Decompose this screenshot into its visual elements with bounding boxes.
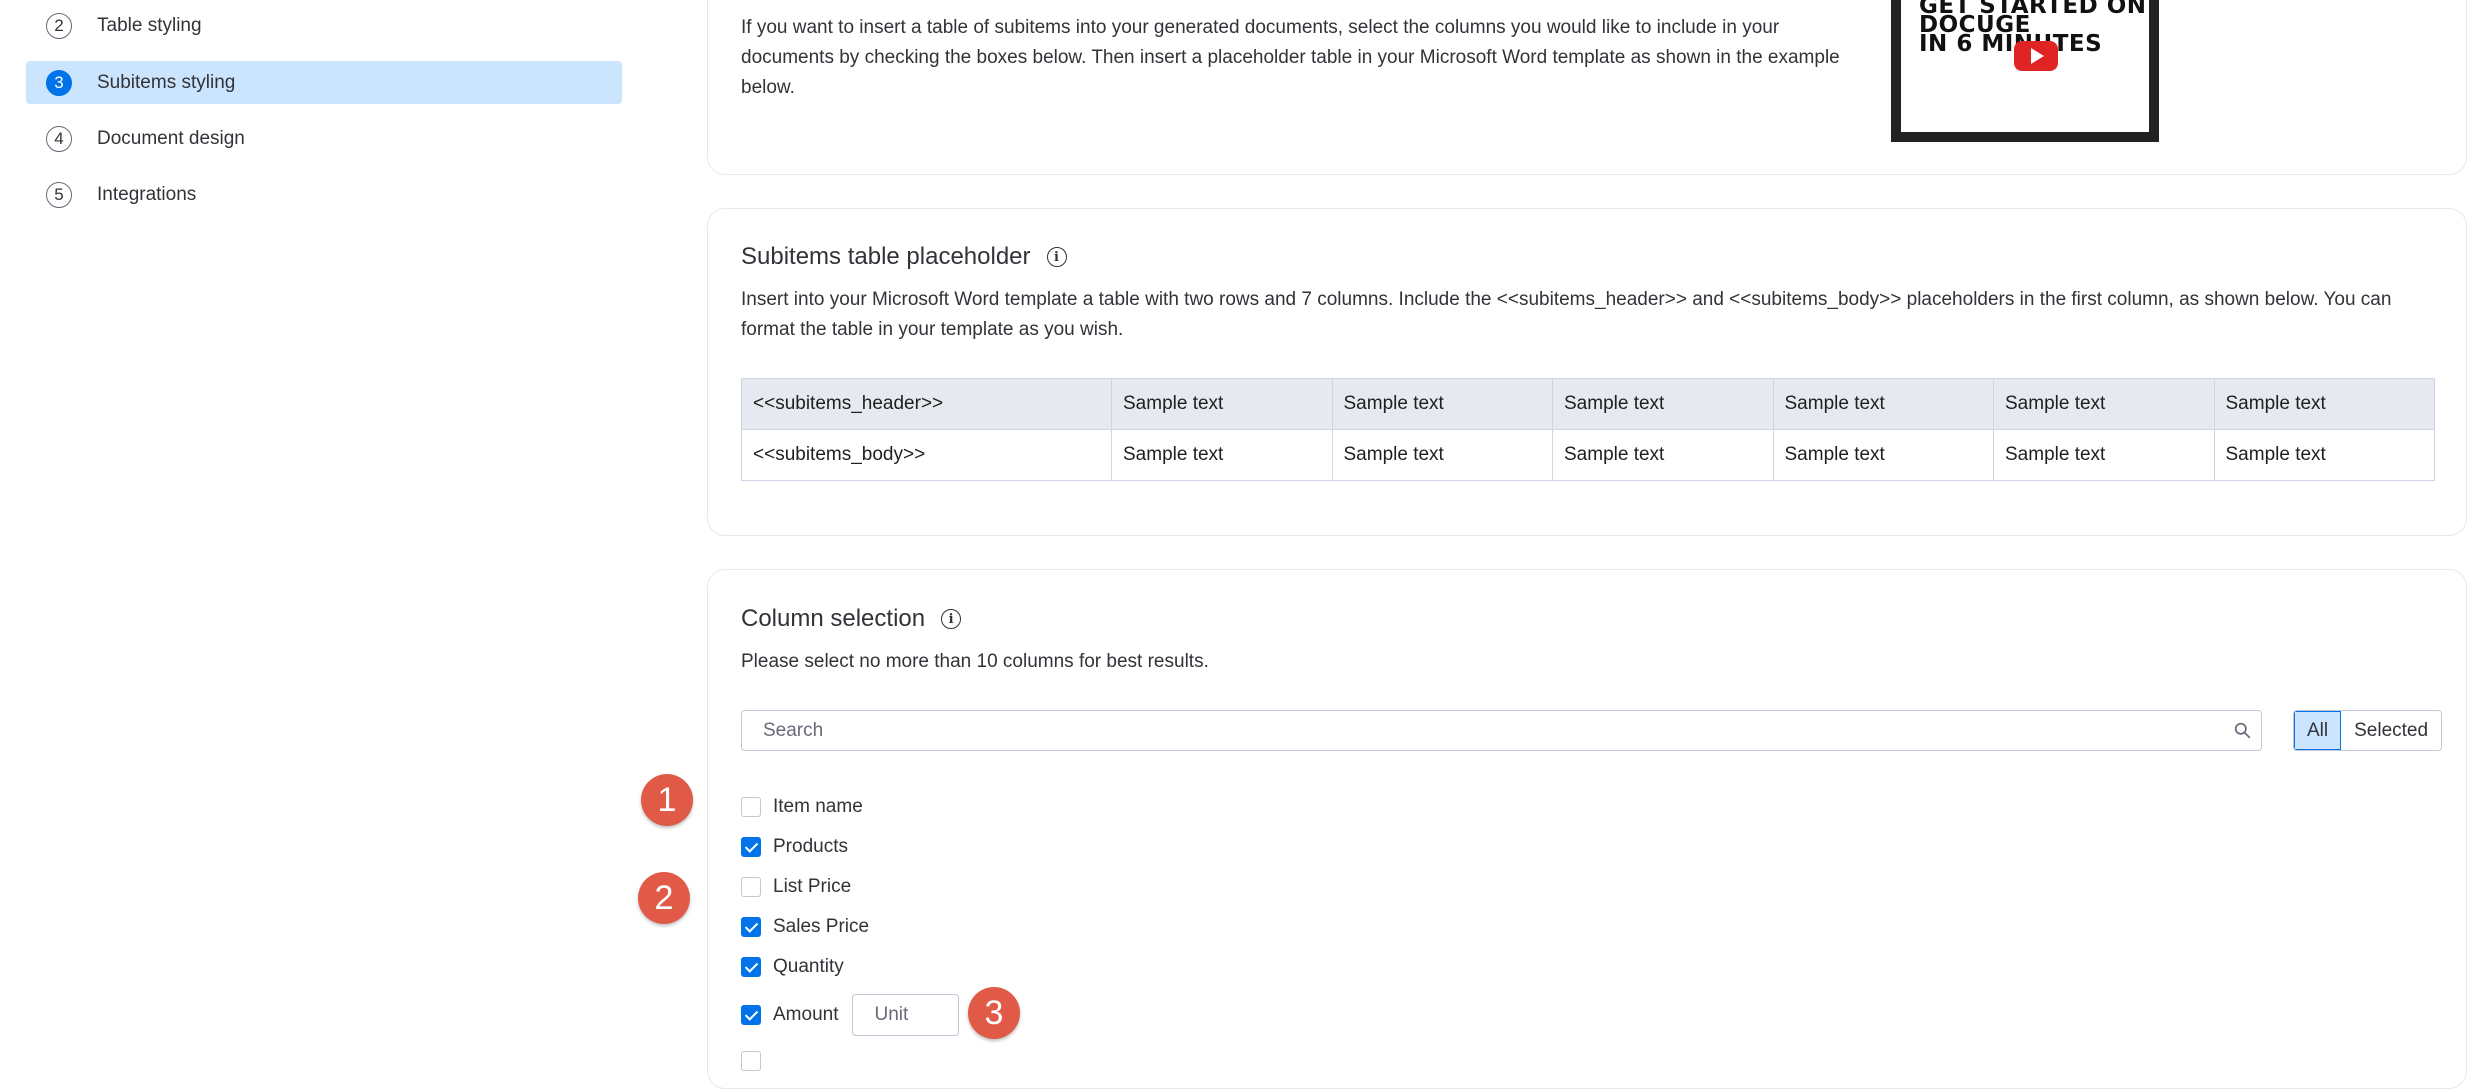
table-cell: Sample text bbox=[1993, 429, 2215, 481]
step-label: Table styling bbox=[97, 14, 202, 36]
video-title-line-3: IN 6 MINUTES bbox=[1919, 31, 2103, 57]
step-number: 4 bbox=[46, 125, 72, 152]
placeholder-description: Insert into your Microsoft Word template… bbox=[741, 289, 2392, 340]
column-option-label: Quantity bbox=[773, 956, 844, 977]
checkbox[interactable] bbox=[741, 797, 761, 817]
checkbox[interactable] bbox=[741, 957, 761, 977]
table-cell: Sample text bbox=[1772, 378, 1994, 430]
placeholder-card: Subitems table placeholder i Insert into… bbox=[707, 208, 2467, 536]
info-icon[interactable]: i bbox=[941, 609, 962, 629]
table-cell: Sample text bbox=[1331, 429, 1553, 481]
annotation-marker-3: 3 bbox=[968, 987, 1020, 1039]
column-option-partial[interactable] bbox=[741, 1046, 761, 1076]
table-cell: Sample text bbox=[1111, 429, 1333, 481]
column-option-item-name[interactable]: Item name bbox=[741, 792, 863, 822]
annotation-marker-2: 2 bbox=[638, 872, 690, 924]
placeholder-title-row: Subitems table placeholder i bbox=[741, 243, 1067, 271]
search-box bbox=[741, 710, 2262, 751]
column-option-sales-price[interactable]: Sales Price bbox=[741, 912, 869, 942]
table-cell: <<subitems_header>> bbox=[741, 378, 1112, 430]
amount-unit-input[interactable] bbox=[852, 994, 960, 1036]
search-input[interactable] bbox=[742, 711, 2233, 750]
step-number: 3 bbox=[46, 69, 72, 96]
video-thumbnail[interactable]: GET STARTED ON DOCUGEN IN 6 MINUTES bbox=[1891, 0, 2159, 142]
table-cell: Sample text bbox=[2213, 378, 2435, 430]
intro-card: If you want to insert a table of subitem… bbox=[707, 0, 2467, 175]
step-number: 2 bbox=[46, 12, 72, 39]
column-option-label: List Price bbox=[773, 876, 852, 897]
column-option-products[interactable]: Products bbox=[741, 832, 848, 862]
sidebar-step-subitems-styling[interactable]: 3 Subitems styling bbox=[26, 61, 622, 104]
play-icon[interactable] bbox=[2014, 41, 2058, 71]
checkbox[interactable] bbox=[741, 917, 761, 937]
checkbox[interactable] bbox=[741, 877, 761, 897]
column-option-list-price[interactable]: List Price bbox=[741, 872, 851, 902]
placeholder-header-row: <<subitems_header>> Sample text Sample tex… bbox=[741, 378, 2435, 430]
column-selection-title: Column selection bbox=[741, 605, 926, 632]
step-label: Document design bbox=[97, 127, 245, 149]
search-icon bbox=[2234, 722, 2251, 739]
checkbox[interactable] bbox=[741, 837, 761, 857]
step-label: Subitems styling bbox=[97, 71, 236, 93]
sidebar-step-table-styling[interactable]: 2 Table styling bbox=[26, 4, 622, 47]
step-number: 5 bbox=[46, 181, 72, 208]
sidebar-step-integrations[interactable]: 5 Integrations bbox=[26, 173, 622, 216]
column-option-label: Products bbox=[773, 836, 848, 857]
table-cell: Sample text bbox=[1552, 378, 1774, 430]
table-cell: Sample text bbox=[1111, 378, 1333, 430]
intro-text: If you want to insert a table of subitem… bbox=[741, 17, 1840, 98]
column-option-label: Amount bbox=[773, 1004, 839, 1025]
column-selection-title-row: Column selection i bbox=[741, 605, 962, 633]
placeholder-table: <<subitems_header>> Sample text Sample tex… bbox=[741, 378, 2435, 481]
sidebar: 2 Table styling 3 Subitems styling 4 Doc… bbox=[0, 0, 640, 1054]
annotation-marker-1: 1 bbox=[641, 774, 693, 826]
table-cell: Sample text bbox=[1331, 378, 1553, 430]
filter-selected-button[interactable]: Selected bbox=[2341, 711, 2442, 750]
column-option-amount[interactable]: Amount bbox=[741, 992, 960, 1038]
table-cell: Sample text bbox=[2213, 429, 2435, 481]
filter-toggle: All Selected bbox=[2293, 710, 2443, 751]
checkbox[interactable] bbox=[741, 1051, 761, 1071]
column-option-label: Item name bbox=[773, 796, 863, 817]
checkbox[interactable] bbox=[741, 1005, 761, 1025]
placeholder-body-row: <<subitems_body>> Sample text Sample text S… bbox=[741, 429, 2435, 481]
sidebar-step-document-design[interactable]: 4 Document design bbox=[26, 117, 622, 160]
column-selection-hint: Please select no more than 10 columns fo… bbox=[741, 651, 1209, 672]
video-frame: GET STARTED ON DOCUGEN IN 6 MINUTES bbox=[1901, 0, 2149, 132]
placeholder-title: Subitems table placeholder bbox=[741, 243, 1031, 270]
info-icon[interactable]: i bbox=[1046, 247, 1067, 267]
column-option-quantity[interactable]: Quantity bbox=[741, 952, 844, 982]
table-cell: Sample text bbox=[1993, 378, 2215, 430]
filter-all-button[interactable]: All bbox=[2294, 711, 2342, 750]
table-cell: Sample text bbox=[1552, 429, 1774, 481]
table-cell: Sample text bbox=[1772, 429, 1994, 481]
table-cell: <<subitems_body>> bbox=[741, 429, 1112, 481]
step-label: Integrations bbox=[97, 183, 197, 205]
column-option-label: Sales Price bbox=[773, 916, 870, 937]
